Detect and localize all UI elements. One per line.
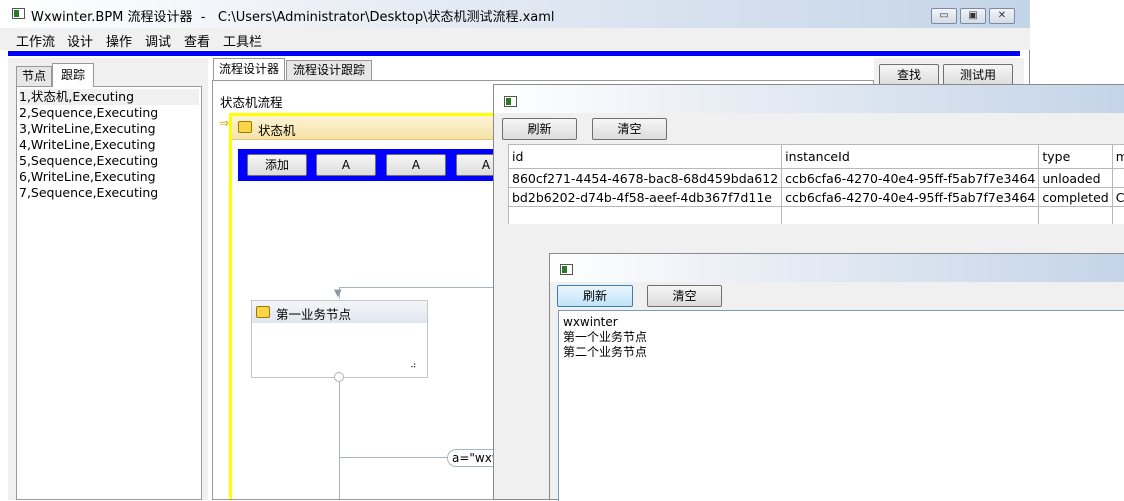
state-machine-activity[interactable]: 状态机 添加 A A A ▼ 第一业务节点 ⠴ a="wxw — [229, 113, 529, 500]
list-item[interactable]: 1,状态机,Executing — [19, 89, 199, 105]
list-item[interactable]: 4,WriteLine,Executing — [19, 137, 199, 153]
tab-nodes[interactable]: 节点 — [16, 66, 52, 86]
cell-type: completed — [1039, 188, 1112, 207]
state-node-icon — [256, 306, 270, 318]
arrow-icon: ⇒ — [219, 116, 229, 130]
window-title: Wxwinter.BPM 流程设计器 - C:\Users\Administra… — [31, 6, 555, 25]
a-button-2[interactable]: A — [386, 154, 446, 176]
maximize-icon[interactable]: ▣ — [960, 8, 986, 24]
tracking-grid[interactable]: id instanceId type message 860cf271-4454… — [508, 144, 1124, 224]
list-item[interactable]: 2,Sequence,Executing — [19, 105, 199, 121]
tab-designer-trace[interactable]: 流程设计跟踪 — [286, 60, 372, 80]
app-icon — [12, 8, 25, 19]
connector-line — [339, 382, 340, 500]
column-header-message[interactable]: message — [1112, 145, 1124, 169]
output-text-area[interactable]: wxwinter 第一个业务节点 第二个业务节点 — [558, 310, 1124, 501]
state-node[interactable]: 第一业务节点 ⠴ — [251, 300, 428, 378]
output-title-bar[interactable] — [550, 254, 1124, 282]
tab-designer[interactable]: 流程设计器 — [213, 58, 285, 80]
connector-point[interactable] — [334, 372, 344, 382]
tracking-title-bar[interactable] — [494, 85, 1124, 113]
close-icon[interactable]: ✕ — [989, 8, 1015, 24]
test-button[interactable]: 测试用 — [943, 64, 1013, 86]
cell-instanceid: ccb6cfa6-4270-40e4-95ff-f5ab7f7e3464 — [782, 188, 1039, 207]
cell-id: 860cf271-4454-4678-bac8-68d459bda612 — [509, 169, 782, 188]
table-row[interactable]: bd2b6202-d74b-4f58-aeef-4db367f7d11e ccb… — [509, 188, 1124, 207]
output-line: 第二个业务节点 — [563, 345, 647, 360]
column-header-instanceid[interactable]: instanceId — [782, 145, 1039, 169]
output-line: 第一个业务节点 — [563, 330, 647, 345]
list-item[interactable]: 5,Sequence,Executing — [19, 153, 199, 169]
list-item[interactable]: 6,WriteLine,Executing — [19, 169, 199, 185]
state-machine-title: 状态机 — [258, 120, 296, 139]
left-panel: 节点 跟踪 1,状态机,Executing 2,Sequence,Executi… — [8, 58, 208, 500]
tracking-clear-button[interactable]: 清空 — [592, 118, 667, 140]
menu-toolbar[interactable]: 工具栏 — [223, 31, 262, 50]
column-header-id[interactable]: id — [509, 145, 782, 169]
cell-message — [1112, 169, 1124, 188]
cell-instanceid: ccb6cfa6-4270-40e4-95ff-f5ab7f7e3464 — [782, 169, 1039, 188]
resize-grip-icon[interactable]: ⠴ — [410, 361, 417, 371]
main-title-bar[interactable]: Wxwinter.BPM 流程设计器 - C:\Users\Administra… — [0, 0, 1030, 28]
table-row-empty[interactable] — [509, 207, 1124, 225]
menu-design[interactable]: 设计 — [67, 31, 93, 50]
output-line: wxwinter — [563, 315, 647, 330]
state-machine-icon — [238, 121, 252, 133]
table-header-row: id instanceId type message — [509, 145, 1124, 169]
cell-type: unloaded — [1039, 169, 1112, 188]
menu-operate[interactable]: 操作 — [106, 31, 132, 50]
connector-line — [339, 457, 449, 458]
output-window-icon — [560, 264, 573, 275]
tab-nodes-label: 节点 — [22, 69, 46, 83]
state-node-header: 第一业务节点 — [252, 301, 427, 323]
list-item[interactable]: 3,WriteLine,Executing — [19, 121, 199, 137]
breadcrumb: 状态机流程 — [220, 92, 283, 111]
output-refresh-button[interactable]: 刷新 — [557, 285, 633, 307]
tracking-window-icon — [504, 96, 517, 107]
menu-view[interactable]: 查看 — [184, 31, 210, 50]
minimize-icon[interactable]: ▭ — [931, 8, 957, 24]
tracking-table: id instanceId type message 860cf271-4454… — [508, 144, 1124, 224]
table-row[interactable]: 860cf271-4454-4678-bac8-68d459bda612 ccb… — [509, 169, 1124, 188]
menu-workflow[interactable]: 工作流 — [16, 31, 55, 50]
a-button-1[interactable]: A — [316, 154, 376, 176]
tracking-refresh-button[interactable]: 刷新 — [502, 118, 577, 140]
cell-id: bd2b6202-d74b-4f58-aeef-4db367f7d11e — [509, 188, 782, 207]
add-button[interactable]: 添加 — [247, 154, 307, 176]
accent-strip — [8, 51, 1020, 56]
column-header-type[interactable]: type — [1039, 145, 1112, 169]
menu-debug[interactable]: 调试 — [145, 31, 171, 50]
find-button[interactable]: 查找 — [879, 64, 939, 86]
list-item[interactable]: 7,Sequence,Executing — [19, 185, 199, 201]
trace-list[interactable]: 1,状态机,Executing 2,Sequence,Executing 3,W… — [16, 86, 202, 500]
state-node-title: 第一业务节点 — [276, 304, 351, 323]
output-window: 刷新 清空 wxwinter 第一个业务节点 第二个业务节点 — [549, 253, 1124, 500]
state-machine-header: 状态机 — [232, 116, 526, 140]
output-clear-button[interactable]: 清空 — [647, 285, 722, 307]
tab-trace[interactable]: 跟踪 — [52, 63, 94, 87]
tab-designer-label: 流程设计器 — [219, 62, 279, 76]
cell-message: Closed — [1112, 188, 1124, 207]
connector-arrow-icon: ▼ — [334, 288, 342, 299]
menu-bar: 工作流 设计 操作 调试 查看 工具栏 — [0, 28, 1030, 50]
tab-trace-label: 跟踪 — [61, 68, 85, 82]
tab-designer-trace-label: 流程设计跟踪 — [293, 63, 365, 77]
